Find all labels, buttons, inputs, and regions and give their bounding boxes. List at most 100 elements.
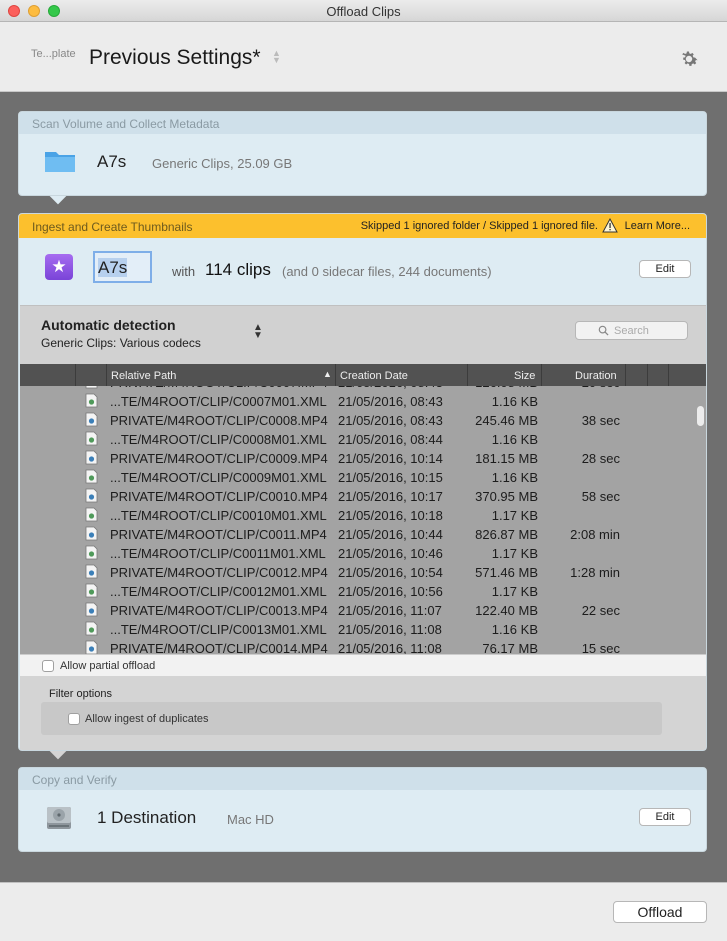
video-file-icon — [85, 602, 98, 617]
video-file-icon — [85, 450, 98, 465]
cell-date: 21/05/2016, 08:43 — [338, 394, 443, 409]
table-row[interactable]: PRIVATE/M4ROOT/CLIP/C0014.MP4 21/05/2016,… — [20, 638, 690, 654]
cell-date: 21/05/2016, 10:44 — [338, 527, 443, 542]
cell-size: 245.46 MB — [475, 413, 538, 428]
search-field[interactable]: Search — [575, 321, 688, 340]
detection-stepper-icon[interactable]: ▲ ▼ — [253, 323, 263, 341]
sidecar-summary: (and 0 sidecar files, 244 documents) — [282, 264, 492, 279]
ingest-panel: Ingest and Create Thumbnails Skipped 1 i… — [18, 213, 707, 751]
table-row[interactable]: PRIVATE/M4ROOT/CLIP/C0009.MP4 21/05/2016,… — [20, 448, 690, 467]
table-row[interactable]: ...TE/M4ROOT/CLIP/C0013M01.XML 21/05/2016… — [20, 619, 690, 638]
ingest-warning: Skipped 1 ignored folder / Skipped 1 ign… — [360, 220, 598, 232]
cell-path: PRIVATE/M4ROOT/CLIP/C0010.MP4 — [110, 489, 328, 504]
cell-size: 1.16 KB — [491, 394, 538, 409]
video-file-icon — [85, 526, 98, 541]
detection-title: Automatic detection — [41, 317, 176, 333]
cell-path: ...TE/M4ROOT/CLIP/C0011M01.XML — [110, 546, 326, 561]
allow-partial-label[interactable]: Allow partial offload — [60, 660, 155, 672]
video-file-icon — [85, 640, 98, 654]
star-icon: ★ — [45, 254, 73, 280]
ingest-name-field[interactable]: A7s — [93, 251, 152, 283]
ingest-edit-button[interactable]: Edit — [639, 260, 691, 278]
cell-date: 21/05/2016, 11:07 — [338, 603, 442, 618]
copy-heading: Copy and Verify — [19, 768, 706, 790]
cell-duration: 15 sec — [581, 641, 620, 654]
xml-file-icon — [85, 583, 98, 598]
cell-size: 1.17 KB — [491, 584, 538, 599]
table-row[interactable]: ...TE/M4ROOT/CLIP/C0009M01.XML 21/05/2016… — [20, 467, 690, 486]
column-header-path[interactable]: Relative Path — [111, 370, 176, 382]
column-header-date[interactable]: Creation Date — [340, 370, 408, 382]
cell-date: 21/05/2016, 10:18 — [338, 508, 443, 523]
template-label: Te...plate — [31, 48, 76, 60]
table-row[interactable]: PRIVATE/M4ROOT/CLIP/C0010.MP4 21/05/2016,… — [20, 486, 690, 505]
window-title: Offload Clips — [326, 4, 401, 19]
cell-date: 21/05/2016, 10:14 — [338, 451, 443, 466]
allow-duplicates-label[interactable]: Allow ingest of duplicates — [85, 713, 209, 725]
table-row[interactable]: PRIVATE/M4ROOT/CLIP/C0012.MP4 21/05/2016,… — [20, 562, 690, 581]
cell-path: ...TE/M4ROOT/CLIP/C0010M01.XML — [110, 508, 327, 523]
search-icon — [598, 325, 609, 336]
search-placeholder: Search — [614, 325, 649, 337]
with-label: with — [172, 264, 196, 279]
copy-edit-button[interactable]: Edit — [639, 808, 691, 826]
folder-icon — [45, 152, 75, 172]
cell-path: PRIVATE/M4ROOT/CLIP/C0014.MP4 — [110, 641, 328, 654]
cell-path: PRIVATE/M4ROOT/CLIP/C0012.MP4 — [110, 565, 328, 580]
cell-path: ...TE/M4ROOT/CLIP/C0013M01.XML — [110, 622, 327, 637]
cell-size: 1.17 KB — [491, 546, 538, 561]
cell-path: PRIVATE/M4ROOT/CLIP/C0011.MP4 — [110, 527, 327, 542]
xml-file-icon — [85, 431, 98, 446]
hard-drive-icon — [47, 807, 71, 829]
warning-icon — [602, 218, 618, 233]
template-stepper-icon[interactable]: ▲ ▼ — [272, 49, 281, 65]
cell-duration: 1:28 min — [570, 565, 620, 580]
copy-panel: Copy and Verify 1 Destination Mac HD Edi… — [18, 767, 707, 852]
cell-path: PRIVATE/M4ROOT/CLIP/C0008.MP4 — [110, 413, 328, 428]
learn-more-link[interactable]: Learn More... — [625, 220, 690, 232]
filter-box: Allow ingest of duplicates — [41, 702, 662, 735]
scan-heading: Scan Volume and Collect Metadata — [19, 112, 706, 134]
xml-file-icon — [85, 621, 98, 636]
cell-path: ...TE/M4ROOT/CLIP/C0008M01.XML — [110, 432, 327, 447]
cell-duration: 2:08 min — [570, 527, 620, 542]
template-selector[interactable]: Previous Settings* — [89, 46, 261, 70]
table-row[interactable]: ...TE/M4ROOT/CLIP/C0012M01.XML 21/05/2016… — [20, 581, 690, 600]
clips-table: Relative Path ▲ Creation Date Size Durat… — [20, 364, 706, 654]
table-row[interactable]: PRIVATE/M4ROOT/CLIP/C0008.MP4 21/05/2016,… — [20, 410, 690, 429]
table-row[interactable]: ...TE/M4ROOT/CLIP/C0011M01.XML 21/05/2016… — [20, 543, 690, 562]
cell-duration: 28 sec — [581, 451, 620, 466]
table-row[interactable]: ...TE/M4ROOT/CLIP/C0008M01.XML 21/05/2016… — [20, 429, 690, 448]
cell-path: ...TE/M4ROOT/CLIP/C0009M01.XML — [110, 470, 327, 485]
allow-duplicates-checkbox[interactable] — [68, 713, 80, 725]
table-row[interactable]: ...TE/M4ROOT/CLIP/C0007M01.XML 21/05/2016… — [20, 391, 690, 410]
allow-partial-checkbox[interactable] — [42, 660, 54, 672]
ingest-name-value: A7s — [98, 258, 128, 277]
table-scrollbar[interactable] — [697, 406, 704, 426]
table-row[interactable]: ...TE/M4ROOT/CLIP/C0010M01.XML 21/05/2016… — [20, 505, 690, 524]
cell-size: 370.95 MB — [475, 489, 538, 504]
flow-connector-icon — [49, 751, 67, 760]
table-row[interactable]: PRIVATE/M4ROOT/CLIP/C0011.MP4 21/05/2016,… — [20, 524, 690, 543]
cell-size: 1.16 KB — [491, 622, 538, 637]
column-header-duration[interactable]: Duration — [575, 370, 617, 382]
video-file-icon — [85, 564, 98, 579]
flow-connector-icon — [49, 196, 67, 205]
cell-date: 21/05/2016, 11:08 — [338, 622, 442, 637]
volume-meta: Generic Clips, 25.09 GB — [152, 156, 293, 171]
xml-file-icon — [85, 545, 98, 560]
offload-button[interactable]: Offload — [613, 901, 707, 923]
cell-path: PRIVATE/M4ROOT/CLIP/C0013.MP4 — [110, 603, 328, 618]
filter-title: Filter options — [49, 688, 112, 700]
scan-panel: Scan Volume and Collect Metadata A7s Gen… — [18, 111, 707, 196]
filter-options: Filter options Allow ingest of duplicate… — [20, 676, 706, 750]
cell-date: 21/05/2016, 10:17 — [338, 489, 443, 504]
column-header-size[interactable]: Size — [514, 370, 535, 382]
cell-size: 1.16 KB — [491, 470, 538, 485]
table-row[interactable]: PRIVATE/M4ROOT/CLIP/C0013.MP4 21/05/2016,… — [20, 600, 690, 619]
template-header: Te...plate Previous Settings* ▲ ▼ — [0, 22, 727, 92]
gear-icon[interactable] — [678, 48, 700, 70]
destination-count: 1 Destination — [97, 808, 197, 827]
sort-ascending-icon: ▲ — [323, 369, 332, 379]
xml-file-icon — [85, 393, 98, 408]
